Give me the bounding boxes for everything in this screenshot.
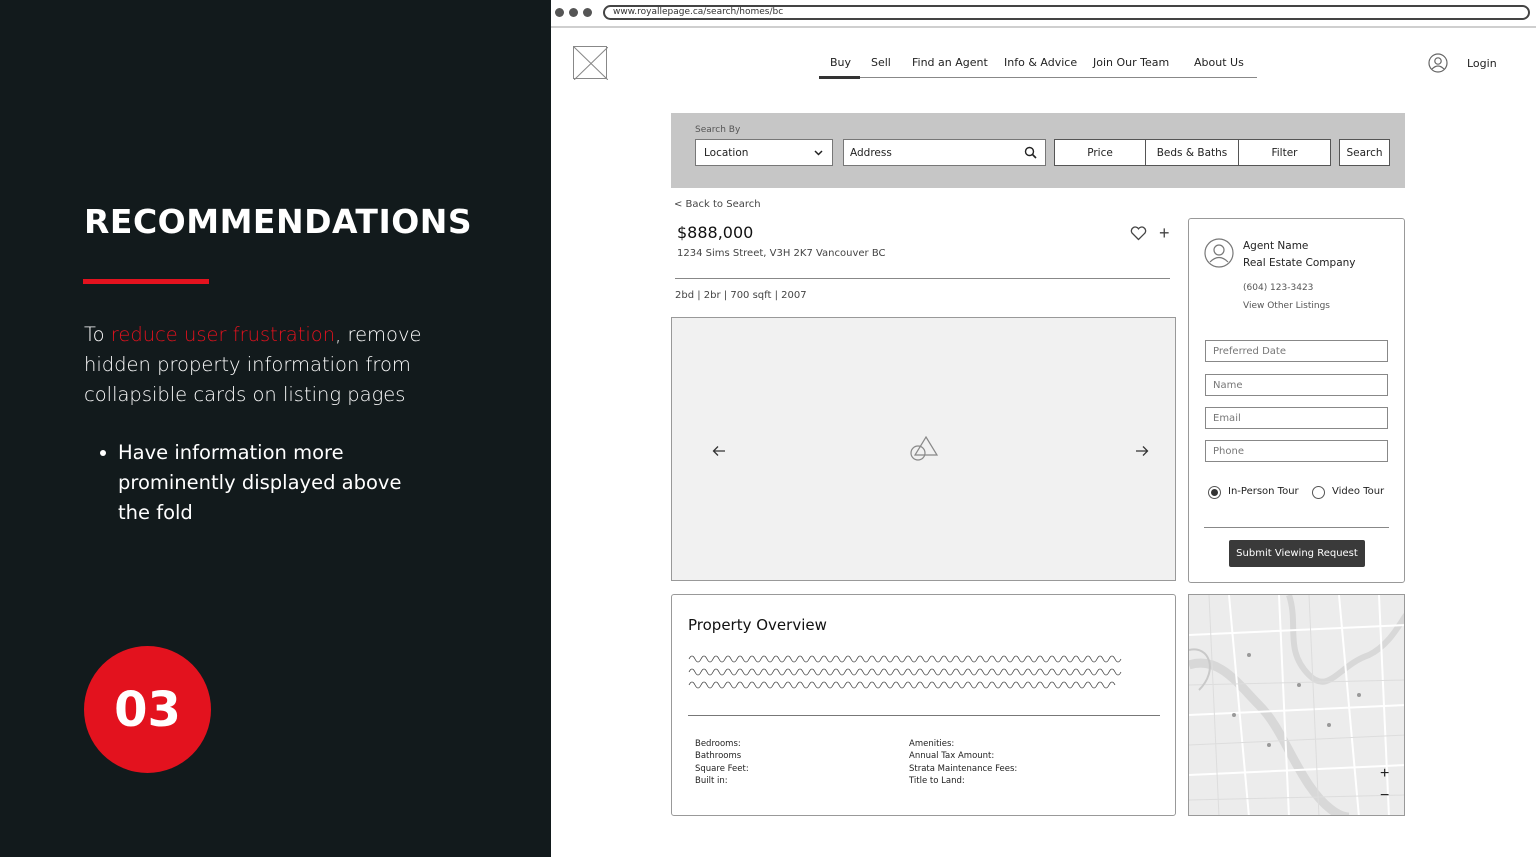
nav-find-agent[interactable]: Find an Agent [912, 56, 988, 69]
search-button[interactable]: Search [1339, 139, 1390, 166]
email-field[interactable]: Email [1205, 407, 1388, 429]
filter-button[interactable]: Filter [1238, 139, 1331, 166]
detail-amenities: Amenities: [909, 739, 955, 749]
submit-viewing-request-button[interactable]: Submit Viewing Request [1229, 540, 1365, 567]
in-person-tour-radio[interactable] [1208, 486, 1221, 499]
agent-avatar-icon [1204, 238, 1234, 268]
bullet-dot [100, 450, 106, 456]
step-number-badge: 03 [84, 646, 211, 773]
nav-info-advice[interactable]: Info & Advice [1004, 56, 1077, 69]
agent-company: Real Estate Company [1243, 257, 1356, 269]
title-underline [83, 279, 209, 284]
arrow-right-icon[interactable] [1135, 445, 1149, 457]
site-logo-placeholder[interactable] [573, 46, 609, 81]
address-input[interactable]: Address [843, 139, 1046, 166]
image-placeholder-icon [910, 435, 939, 461]
chevron-down-icon [814, 150, 823, 156]
property-overview-card: Property Overview Bedrooms: Bathrooms Sq… [671, 594, 1176, 816]
detail-bedrooms: Bedrooms: [695, 739, 741, 749]
location-map[interactable]: + − [1188, 594, 1405, 816]
detail-annual-tax: Annual Tax Amount: [909, 751, 995, 761]
video-tour-radio[interactable] [1312, 486, 1325, 499]
detail-square-feet: Square Feet: [695, 764, 749, 774]
search-icon[interactable] [1024, 146, 1037, 159]
divider [688, 715, 1160, 716]
phone-field[interactable]: Phone [1205, 440, 1388, 462]
detail-title-to-land: Title to Land: [909, 776, 965, 786]
window-minimize-dot[interactable] [569, 8, 578, 17]
zoom-out-button[interactable]: − [1380, 788, 1389, 804]
search-bar: Search By Location Address Price Beds & … [671, 113, 1405, 188]
nav-active-indicator [819, 76, 860, 79]
listing-address: 1234 Sims Street, V3H 2K7 Vancouver BC [677, 248, 886, 259]
search-by-label: Search By [695, 125, 741, 135]
address-placeholder: Address [850, 147, 892, 159]
slide-panel: RECOMMENDATIONS To reduce user frustrati… [0, 0, 551, 857]
heart-icon[interactable] [1130, 226, 1147, 241]
preferred-date-field[interactable]: Preferred Date [1205, 340, 1388, 362]
back-to-search-link[interactable]: < Back to Search [674, 199, 761, 210]
map-graphic [1189, 595, 1404, 815]
agent-name: Agent Name [1243, 240, 1309, 252]
detail-built-in: Built in: [695, 776, 728, 786]
body-prefix: To [84, 323, 111, 346]
detail-strata-fees: Strata Maintenance Fees: [909, 764, 1018, 774]
price-filter-button[interactable]: Price [1054, 139, 1146, 166]
overview-title: Property Overview [688, 616, 827, 634]
window-maximize-dot[interactable] [583, 8, 592, 17]
add-icon[interactable]: + [1159, 224, 1170, 242]
slide-bullet: Have information more prominently displa… [118, 441, 402, 524]
view-other-listings-link[interactable]: View Other Listings [1243, 301, 1330, 311]
listing-price: $888,000 [677, 223, 754, 242]
in-person-tour-label: In-Person Tour [1228, 486, 1299, 497]
detail-bathrooms: Bathrooms [695, 751, 742, 761]
url-bar[interactable]: www.royallepage.ca/search/homes/bc [603, 5, 1530, 20]
name-field[interactable]: Name [1205, 374, 1388, 396]
listing-specs: 2bd | 2br | 700 sqft | 2007 [675, 290, 807, 301]
nav-buy[interactable]: Buy [830, 56, 851, 69]
placeholder-text-scribble [688, 655, 1122, 689]
agent-phone[interactable]: (604) 123-3423 [1243, 283, 1313, 293]
arrow-left-icon[interactable] [712, 445, 726, 457]
slide-title: RECOMMENDATIONS [84, 202, 473, 241]
nav-about[interactable]: About Us [1194, 56, 1244, 69]
browser-window: www.royallepage.ca/search/homes/bc Buy S… [551, 0, 1536, 857]
browser-chrome: www.royallepage.ca/search/homes/bc [551, 0, 1536, 28]
nav-join-team[interactable]: Join Our Team [1093, 56, 1169, 69]
location-select-value: Location [704, 147, 749, 159]
agent-contact-card: Agent Name Real Estate Company (604) 123… [1188, 218, 1405, 583]
body-highlight: reduce user frustration [110, 323, 336, 346]
slide-body: To reduce user frustration, remove hidde… [84, 320, 424, 410]
user-icon[interactable] [1428, 53, 1448, 73]
divider [675, 278, 1170, 279]
beds-baths-filter-button[interactable]: Beds & Baths [1145, 139, 1239, 166]
login-link[interactable]: Login [1467, 57, 1497, 70]
image-placeholder-icon [573, 46, 609, 81]
photo-gallery[interactable] [671, 317, 1176, 581]
video-tour-label: Video Tour [1332, 486, 1385, 497]
divider [1204, 527, 1389, 528]
zoom-in-button[interactable]: + [1380, 766, 1389, 782]
location-select[interactable]: Location [695, 139, 833, 166]
window-close-dot[interactable] [555, 8, 564, 17]
nav-sell[interactable]: Sell [871, 56, 891, 69]
nav-divider [819, 77, 1257, 78]
